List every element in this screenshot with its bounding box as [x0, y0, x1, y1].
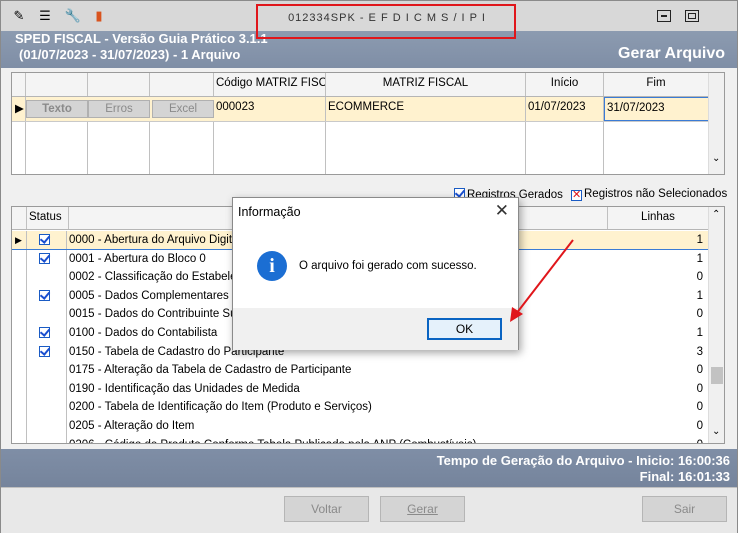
- status-end: Final: 16:01:33: [639, 469, 730, 484]
- dialog-footer: OK: [233, 308, 518, 350]
- record-lines: 0: [696, 382, 703, 395]
- minimize-button[interactable]: [657, 10, 671, 22]
- voltar-button[interactable]: Voltar: [284, 496, 369, 522]
- status-cell[interactable]: [27, 231, 67, 249]
- dialog-title: Informação: [238, 205, 301, 219]
- gerar-button[interactable]: Gerar: [380, 496, 465, 522]
- status-cell[interactable]: [27, 417, 67, 436]
- checkbox-icon[interactable]: [39, 327, 50, 338]
- status-cell[interactable]: [27, 398, 67, 417]
- excel-button[interactable]: Excel: [152, 100, 214, 118]
- ok-button[interactable]: OK: [427, 318, 502, 340]
- wrench-icon[interactable]: 🔧: [65, 8, 81, 24]
- table-row[interactable]: 0200 - Tabela de Identificação do Item (…: [12, 398, 709, 417]
- col-inicio: Início: [526, 73, 604, 96]
- table-row[interactable]: 0205 - Alteração do Item 0: [12, 417, 709, 436]
- status-cell[interactable]: [27, 379, 67, 399]
- maximize-button[interactable]: [685, 10, 699, 22]
- record-description: 0190 - Identificação das Unidades de Med…: [69, 382, 300, 395]
- checkbox-icon[interactable]: [39, 234, 50, 245]
- status-cell[interactable]: [27, 435, 67, 443]
- cell-inicio: 01/07/2023: [526, 97, 604, 121]
- table-row[interactable]: 0206 - Código de Produto Conforme Tabela…: [12, 435, 709, 443]
- status-cell[interactable]: [27, 249, 67, 269]
- scroll-down-icon[interactable]: ⌄: [712, 426, 720, 437]
- record-lines: 0: [696, 401, 703, 414]
- records-grid-scrollbar[interactable]: ⌃ ⌄: [708, 207, 724, 443]
- record-description: 0000 - Abertura do Arquivo Digital: [69, 234, 241, 246]
- legend-not-selected: ✕ Registros não Selecionados: [571, 188, 728, 201]
- table-row[interactable]: 0175 - Alteração da Tabela de Cadastro d…: [12, 361, 709, 380]
- erros-button[interactable]: Erros: [88, 100, 150, 118]
- row-indicator-icon: ▶: [12, 231, 27, 249]
- header-period: (01/07/2023 - 31/07/2023) - 1 Arquivo: [19, 47, 241, 62]
- status-cell[interactable]: [27, 324, 67, 343]
- close-icon[interactable]: ✕: [495, 201, 509, 221]
- record-lines: 0: [696, 420, 703, 432]
- x-checkbox-icon: ✕: [571, 189, 582, 201]
- table-row[interactable]: 0190 - Identificação das Unidades de Med…: [12, 379, 709, 399]
- status-cell[interactable]: [27, 361, 67, 380]
- sair-button[interactable]: Sair: [642, 496, 727, 522]
- files-grid-header: Código MATRIZ FISCAL MATRIZ FISCAL Iníci…: [12, 73, 709, 97]
- window-title: 012334SPK - E F D I C M S / I P I: [288, 12, 486, 24]
- files-grid-scrollbar[interactable]: ⌄: [708, 73, 724, 174]
- record-lines: 3: [696, 345, 703, 358]
- col-linhas: Linhas: [607, 207, 709, 229]
- record-description: 0175 - Alteração da Tabela de Cadastro d…: [69, 364, 352, 377]
- cell-fim[interactable]: 31/07/2023: [604, 97, 709, 121]
- record-lines: 1: [696, 234, 703, 246]
- col-matriz: MATRIZ FISCAL: [326, 73, 526, 96]
- col-codigo: Código MATRIZ FISCAL: [214, 73, 326, 96]
- list-icon[interactable]: ☰: [37, 8, 53, 24]
- record-lines: 0: [697, 436, 703, 443]
- cell-matriz: ECOMMERCE: [326, 97, 526, 121]
- status-bar: Tempo de Geração do Arquivo - Inicio: 16…: [1, 449, 737, 487]
- header-action: Gerar Arquivo: [618, 45, 725, 62]
- checkbox-icon[interactable]: [39, 252, 50, 264]
- scroll-down-icon[interactable]: ⌄: [712, 153, 720, 164]
- texto-button[interactable]: Texto: [26, 100, 88, 118]
- col-status: Status: [27, 207, 69, 229]
- record-lines: 0: [696, 308, 703, 321]
- dialog-message: O arquivo foi gerado com sucesso.: [299, 260, 477, 272]
- cell-codigo: 000023: [214, 97, 326, 121]
- header-bar: SPED FISCAL - Versão Guia Prático 3.1.1 …: [1, 31, 737, 68]
- title-bar: ✎ ☰ 🔧 ▮ 012334SPK - E F D I C M S / I P …: [1, 1, 737, 31]
- files-grid-row[interactable]: ▶ Texto Erros Excel 000023 ECOMMERCE 01/…: [12, 97, 709, 122]
- record-lines: 1: [696, 289, 703, 302]
- col-fim: Fim: [604, 73, 709, 96]
- files-grid-empty: [12, 122, 709, 174]
- status-start: Tempo de Geração do Arquivo - Inicio: 16…: [436, 453, 730, 468]
- record-description: 0100 - Dados do Contabilista: [69, 327, 218, 339]
- record-lines: 1: [696, 327, 703, 339]
- record-lines: 1: [696, 252, 703, 265]
- files-grid: Código MATRIZ FISCAL MATRIZ FISCAL Iníci…: [11, 72, 725, 175]
- record-lines: 0: [696, 364, 703, 377]
- info-dialog: Informação ✕ i O arquivo foi gerado com …: [232, 197, 519, 350]
- record-description: 0205 - Alteração do Item: [69, 420, 195, 432]
- status-cell[interactable]: [27, 286, 67, 306]
- status-cell[interactable]: [27, 342, 67, 362]
- bottom-bar: Voltar Gerar Sair: [1, 487, 737, 533]
- row-indicator-icon: ▶: [12, 97, 26, 121]
- record-lines: 0: [696, 271, 703, 284]
- status-cell[interactable]: [27, 305, 67, 324]
- scroll-up-icon[interactable]: ⌃: [712, 209, 720, 220]
- checkbox-icon[interactable]: [39, 289, 50, 301]
- info-icon: i: [257, 251, 287, 281]
- record-description: 0001 - Abertura do Bloco 0: [69, 252, 206, 265]
- record-description: 0206 - Código de Produto Conforme Tabela…: [69, 436, 476, 443]
- record-description: 0200 - Tabela de Identificação do Item (…: [69, 401, 372, 414]
- book-icon[interactable]: ▮: [91, 8, 107, 24]
- scroll-thumb[interactable]: [711, 367, 723, 384]
- status-cell[interactable]: [27, 268, 67, 287]
- header-version: SPED FISCAL - Versão Guia Prático 3.1.1: [15, 31, 268, 46]
- edit-icon[interactable]: ✎: [11, 8, 27, 24]
- checkbox-icon[interactable]: [39, 345, 50, 357]
